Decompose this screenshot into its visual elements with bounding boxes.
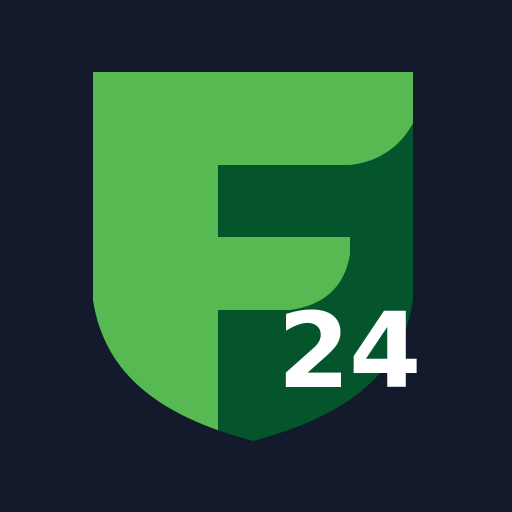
app-icon: 24: [0, 0, 512, 512]
shield-logo-icon: 24: [93, 72, 421, 441]
logo-number: 24: [278, 290, 421, 412]
